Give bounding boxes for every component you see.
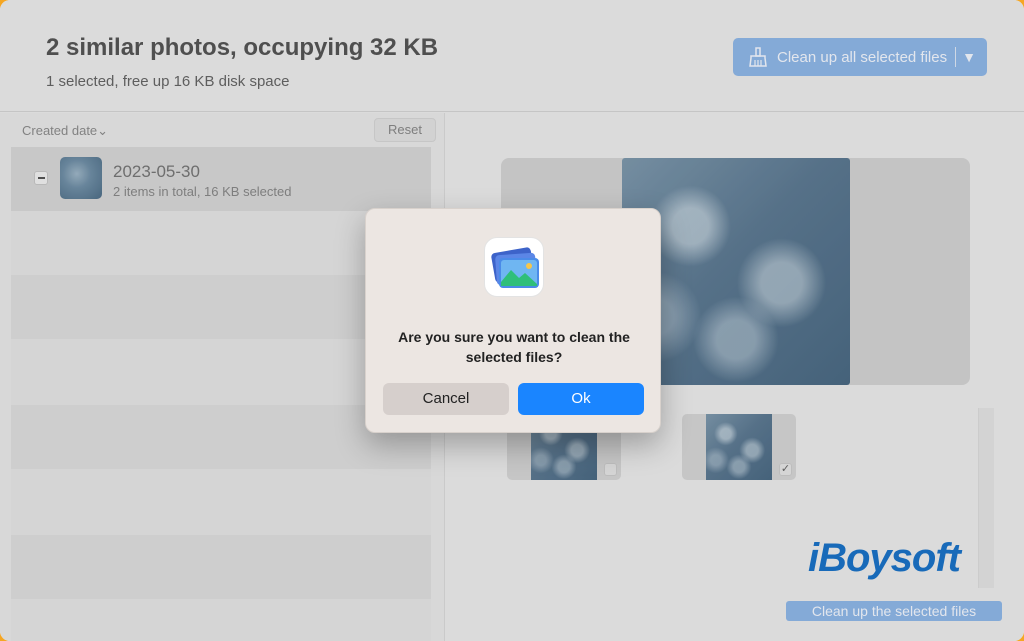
photos-icon bbox=[491, 247, 539, 288]
confirm-dialog: Are you sure you want to clean the selec… bbox=[365, 208, 661, 433]
dialog-message: Are you sure you want to clean the selec… bbox=[398, 329, 630, 365]
cancel-button[interactable]: Cancel bbox=[383, 383, 509, 415]
photos-app-icon bbox=[484, 237, 544, 297]
app-window: 2 similar photos, occupying 32 KB 1 sele… bbox=[0, 0, 1024, 641]
ok-button[interactable]: Ok bbox=[518, 383, 644, 415]
